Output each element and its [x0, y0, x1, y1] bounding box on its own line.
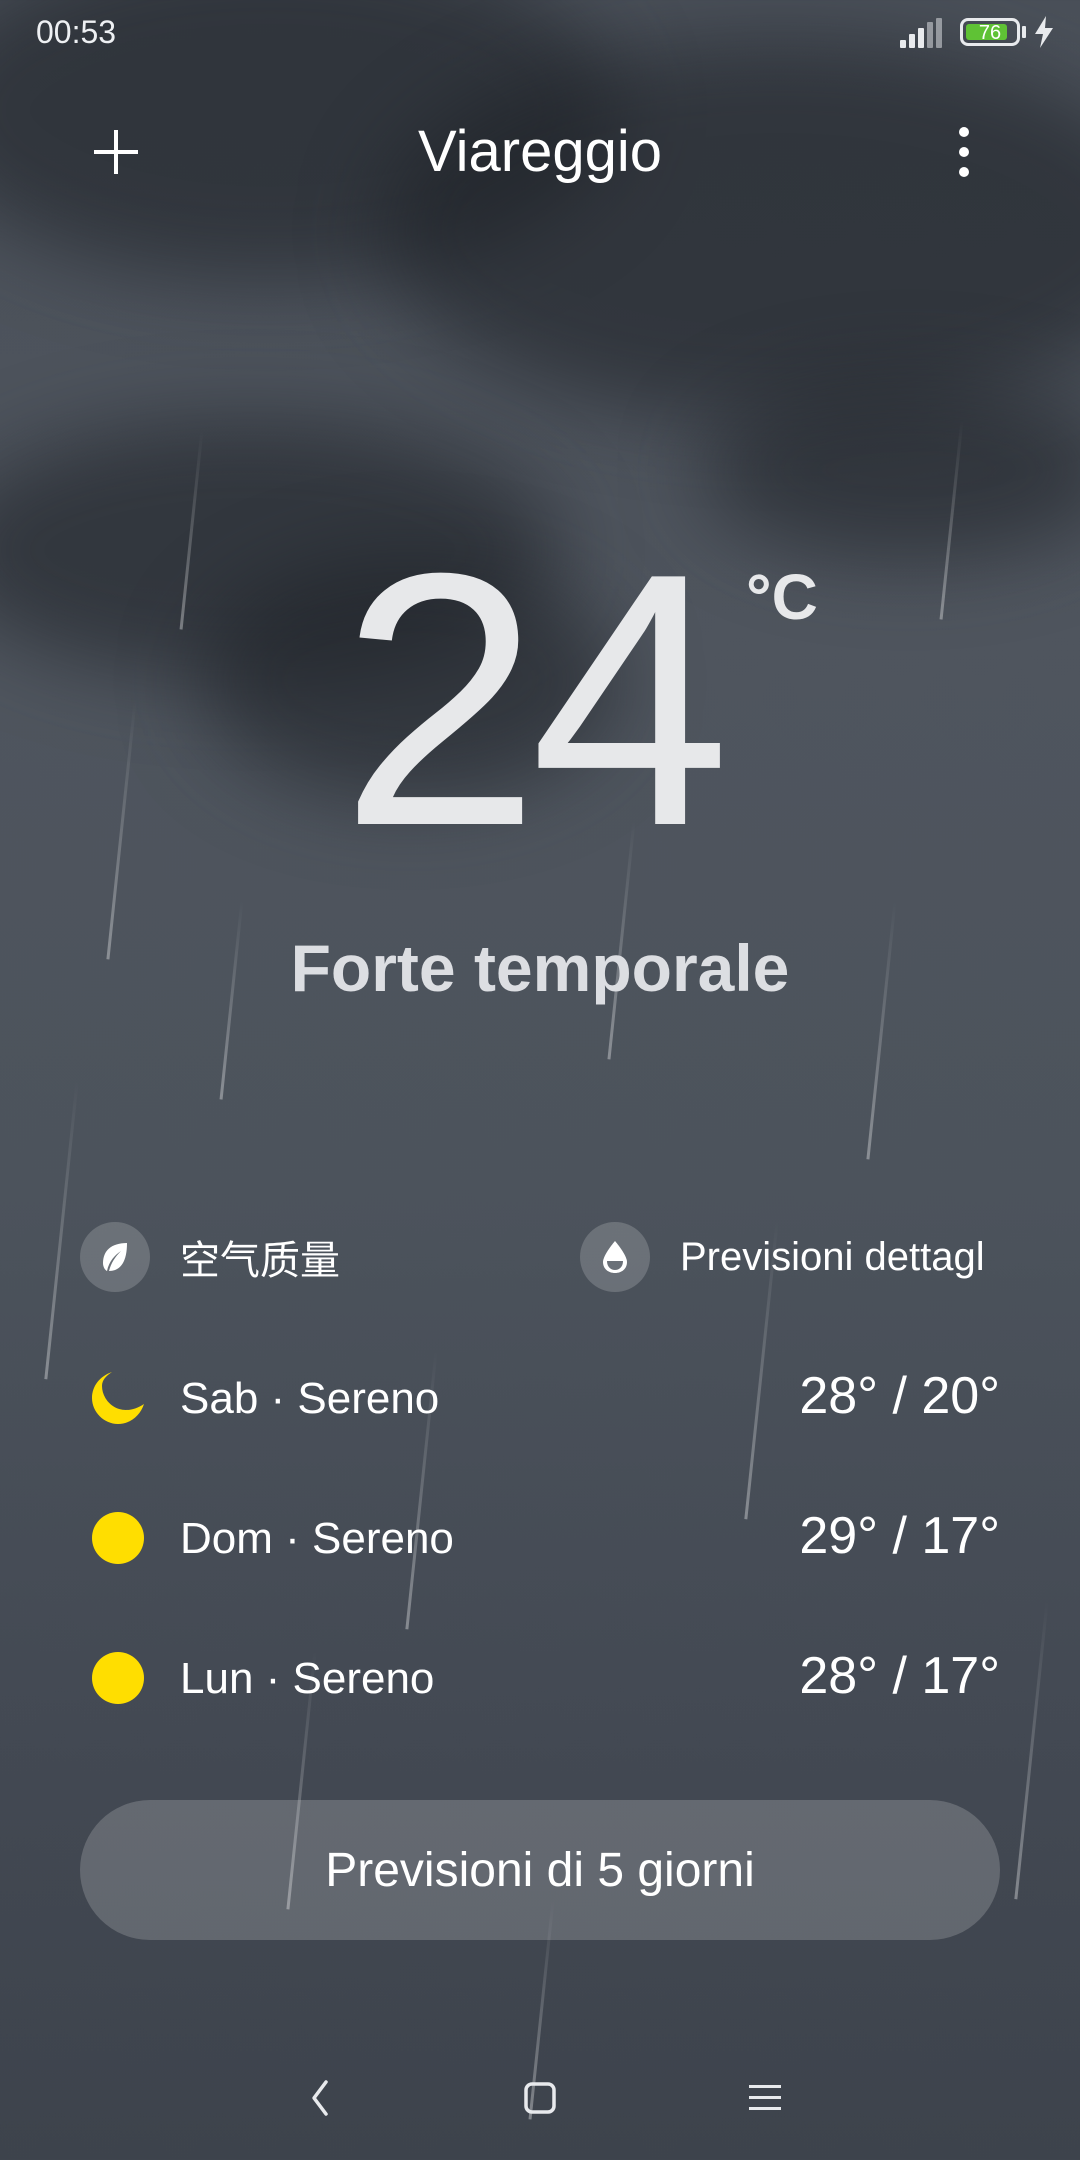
forecast-day-label: Lun · Sereno [180, 1654, 435, 1703]
battery-level: 76 [978, 22, 1002, 44]
home-icon [524, 2082, 556, 2114]
status-time: 00:53 [36, 14, 117, 50]
forecast-day-label: Sab · Sereno [180, 1374, 440, 1423]
signal-icon [900, 18, 944, 48]
charging-bolt-icon [1035, 16, 1053, 48]
back-button[interactable] [290, 2068, 350, 2128]
detailed-forecast-link[interactable]: Previsioni dettagl [580, 1222, 1000, 1292]
navigation-bar [0, 2060, 1080, 2130]
battery-tip [1022, 26, 1026, 38]
recents-icon [749, 2085, 781, 2110]
moon-icon [92, 1372, 144, 1424]
air-quality-link[interactable]: 空气质量 [80, 1222, 340, 1292]
top-bar: Viareggio [0, 100, 1080, 200]
detailed-forecast-label: Previsioni dettagl [680, 1234, 985, 1279]
forecast-row[interactable]: Lun · Sereno 28° / 17° [80, 1620, 1000, 1760]
status-bar: 00:53 76 [0, 0, 1080, 66]
battery-icon: 76 [960, 18, 1020, 46]
forecast-temps: 28° / 17° [799, 1647, 1000, 1705]
air-quality-label: 空气质量 [180, 1239, 340, 1283]
temperature-unit: °C [746, 561, 818, 633]
home-button[interactable] [510, 2068, 570, 2128]
recents-button[interactable] [735, 2068, 795, 2128]
forecast-list: Sab · Sereno 28° / 20° Dom · Sereno 29° … [80, 1340, 1000, 1760]
water-drop-icon [580, 1222, 650, 1292]
forecast-temps: 29° / 17° [799, 1507, 1000, 1565]
more-vertical-icon [959, 127, 969, 177]
sun-icon [92, 1512, 144, 1564]
city-title: Viareggio [417, 119, 662, 184]
forecast-day-label: Dom · Sereno [180, 1514, 454, 1563]
leaf-icon [80, 1222, 150, 1292]
forecast-row[interactable]: Sab · Sereno 28° / 20° [80, 1340, 1000, 1480]
forecast-row[interactable]: Dom · Sereno 29° / 17° [80, 1480, 1000, 1620]
current-temperature: 24 [340, 499, 730, 901]
back-icon [312, 2080, 328, 2116]
forecast-temps: 28° / 20° [799, 1367, 1000, 1425]
current-condition: Forte temporale [290, 931, 790, 1005]
sun-icon [92, 1652, 144, 1704]
more-options-button[interactable] [928, 116, 1000, 188]
five-day-forecast-button[interactable]: Previsioni di 5 giorni [80, 1800, 1000, 1940]
info-row: 空气质量 Previsioni dettagl [80, 1222, 1000, 1292]
